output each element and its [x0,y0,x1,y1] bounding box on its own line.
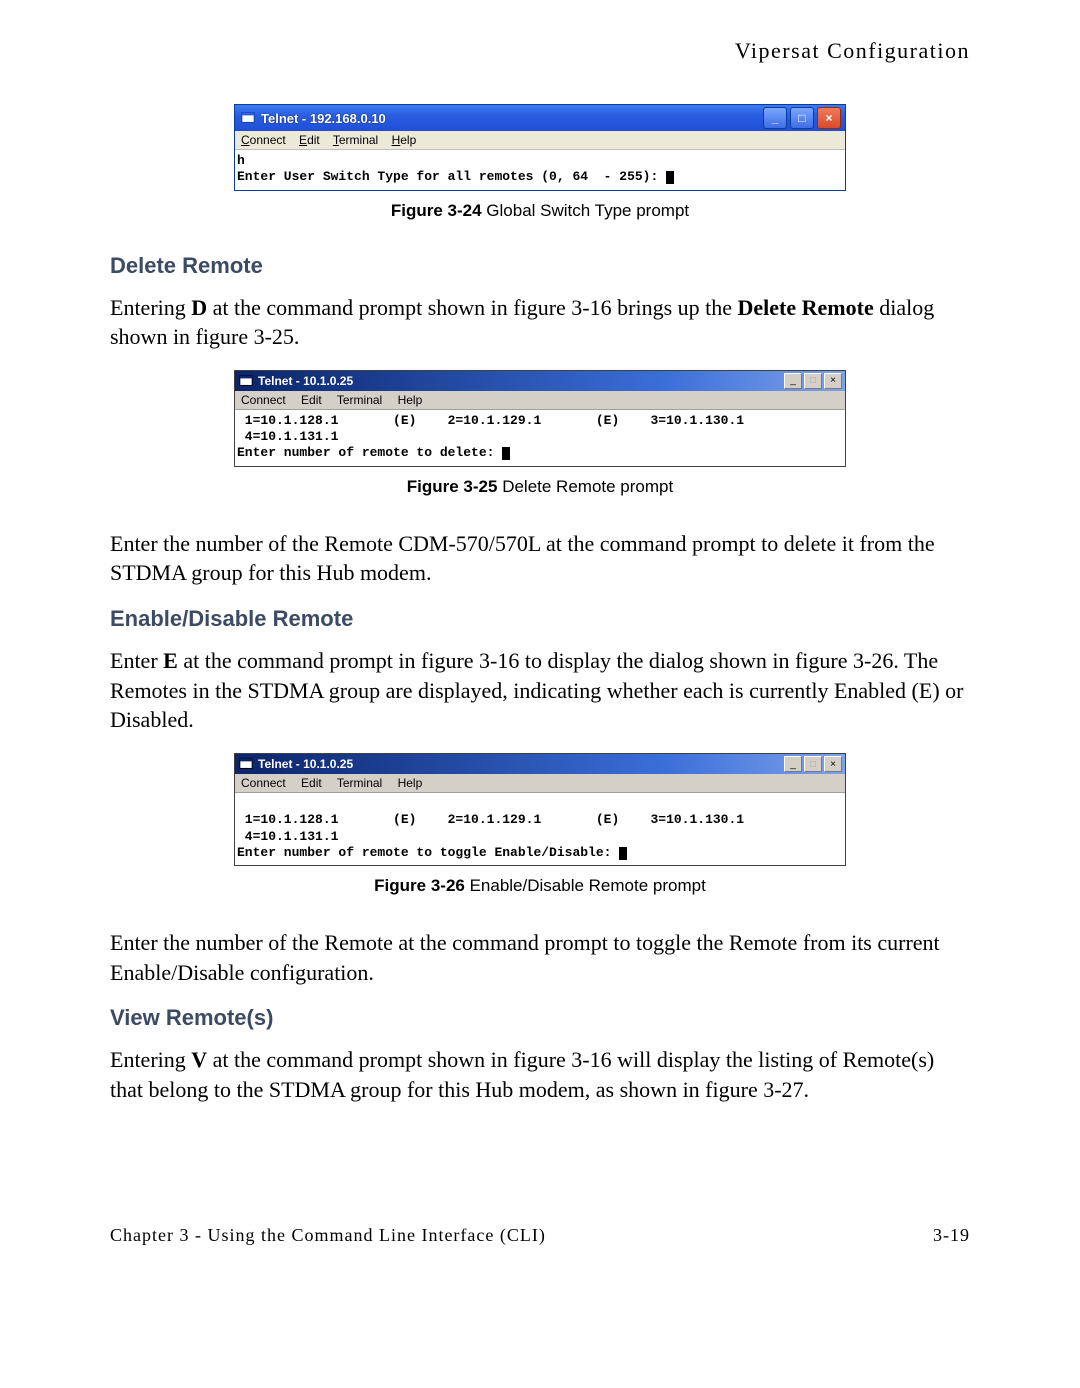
cursor-icon [502,447,510,460]
menu-terminal[interactable]: Terminal [333,133,378,147]
page-footer: Chapter 3 - Using the Command Line Inter… [110,1225,970,1246]
telnet-window-fig24: Telnet - 192.168.0.10 _ □ × CConnectonne… [234,104,846,191]
window-title: Telnet - 10.1.0.25 [258,374,353,388]
section-enable-remote-title: Enable/Disable Remote [110,606,970,632]
section-view-remotes-title: View Remote(s) [110,1005,970,1031]
enable-remote-paragraph: Enter E at the command prompt in figure … [110,646,970,735]
menu-edit[interactable]: Edit [301,393,322,407]
app-icon [239,374,253,388]
minimize-button[interactable]: _ [784,373,802,389]
footer-left: Chapter 3 - Using the Command Line Inter… [110,1225,546,1246]
telnet-window-fig26: Telnet - 10.1.0.25 _ □ × Connect Edit Te… [234,753,846,866]
maximize-button[interactable]: □ [804,373,822,389]
menu-help[interactable]: Help [398,393,423,407]
enable-remote-after-text: Enter the number of the Remote at the co… [110,928,970,987]
menu-connect[interactable]: Connect [241,393,286,407]
minimize-button[interactable]: _ [784,756,802,772]
close-button[interactable]: × [824,756,842,772]
menu-terminal[interactable]: Terminal [337,776,382,790]
menu-edit[interactable]: Edit [299,133,320,147]
menu-edit[interactable]: Edit [301,776,322,790]
titlebar: Telnet - 10.1.0.25 _ □ × [235,754,845,774]
menu-connect[interactable]: CConnectonnect [241,133,286,147]
figure-caption-3-26: Figure 3-26 Enable/Disable Remote prompt [110,876,970,896]
menu-help[interactable]: Help [398,776,423,790]
cursor-icon [619,847,627,860]
terminal-output: 1=10.1.128.1 (E) 2=10.1.129.1 (E) 3=10.1… [235,410,845,466]
menubar[interactable]: Connect Edit Terminal Help [235,774,845,793]
close-button[interactable]: × [817,107,841,129]
window-title: Telnet - 192.168.0.10 [261,111,386,126]
minimize-button[interactable]: _ [763,107,787,129]
terminal-output: 1=10.1.128.1 (E) 2=10.1.129.1 (E) 3=10.1… [235,793,845,865]
figure-caption-3-24: Figure 3-24 Global Switch Type prompt [110,201,970,221]
menu-terminal[interactable]: Terminal [337,393,382,407]
cursor-icon [666,171,674,184]
footer-right: 3-19 [933,1225,970,1246]
menu-help[interactable]: Help [392,133,417,147]
telnet-window-fig25: Telnet - 10.1.0.25 _ □ × Connect Edit Te… [234,370,846,467]
maximize-button[interactable]: □ [790,107,814,129]
section-delete-remote-title: Delete Remote [110,253,970,279]
app-icon [239,757,253,771]
app-icon [241,111,255,125]
page-header: Vipersat Configuration [110,38,970,64]
menubar[interactable]: Connect Edit Terminal Help [235,391,845,410]
terminal-output: h Enter User Switch Type for all remotes… [235,150,845,190]
menubar[interactable]: CConnectonnect Edit Terminal Help [235,131,845,150]
delete-remote-paragraph: Entering D at the command prompt shown i… [110,293,970,352]
figure-caption-3-25: Figure 3-25 Delete Remote prompt [110,477,970,497]
menu-connect[interactable]: Connect [241,776,286,790]
window-title: Telnet - 10.1.0.25 [258,757,353,771]
titlebar: Telnet - 192.168.0.10 _ □ × [235,105,845,131]
titlebar: Telnet - 10.1.0.25 _ □ × [235,371,845,391]
maximize-button[interactable]: □ [804,756,822,772]
close-button[interactable]: × [824,373,842,389]
view-remotes-paragraph: Entering V at the command prompt shown i… [110,1045,970,1104]
delete-remote-after-text: Enter the number of the Remote CDM-570/5… [110,529,970,588]
